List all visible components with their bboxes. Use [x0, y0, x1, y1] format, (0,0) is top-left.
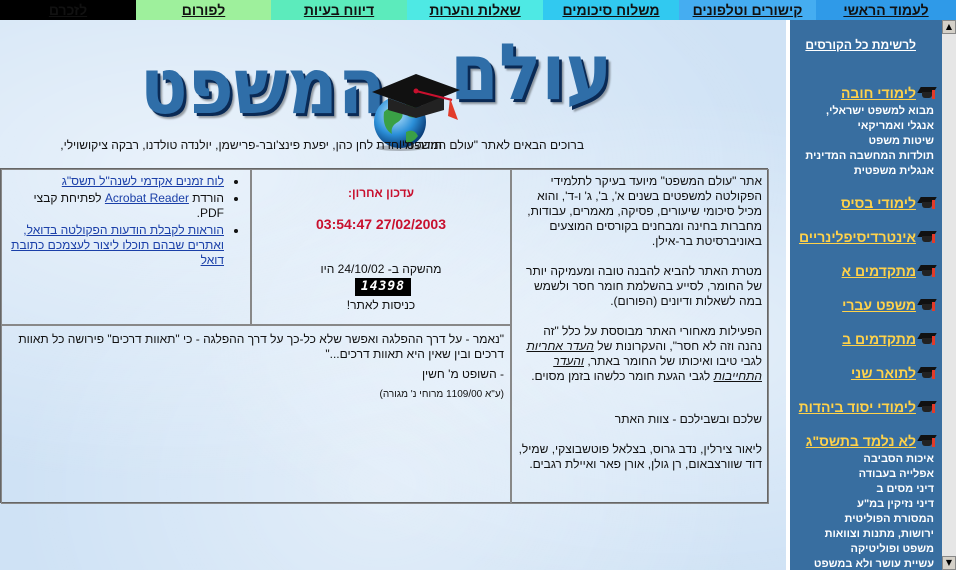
site-logo: המשפט עולם: [140, 28, 630, 151]
sidebar-subitem[interactable]: עשיית עושר ולא במשפט: [814, 557, 934, 570]
list-item: הוראות לקבלת הודעות הפקולטה בדואל, ואתרי…: [6, 223, 224, 268]
sidebar-item-label: לימודי יסוד ביהדות: [798, 399, 916, 415]
sidebar-subitem[interactable]: שיטות משפט: [869, 134, 935, 149]
disclaimer-text-2: לגבי טיבו ואיכותו של החומר באתר,: [587, 354, 762, 368]
about-disclaimer: הפעילות מאחורי האתר מבוססת על כלל "זה נה…: [518, 324, 762, 384]
sidebar-item-label: מתקדמים ב: [842, 331, 916, 347]
sidebar-subitem[interactable]: אנגלית משפטית: [854, 164, 934, 179]
sidebar-item-label: לימודי בסיס: [840, 195, 916, 211]
sidebar-subitem[interactable]: אנגלי ואמריקאי: [858, 119, 934, 134]
scroll-up-icon[interactable]: ▲: [942, 20, 956, 34]
thanks-text: תודה מיוחדת לחן כהן, יפעת פינצ'ובר-פרישמ…: [60, 138, 442, 152]
quote-text: "נאמר - על דרך ההפלגה ואפשר שלא כל-כך על…: [18, 332, 504, 361]
sidebar-scrollbar[interactable]: ▲ ▼: [942, 20, 956, 570]
sidebar-item-label: לימודי חובה: [840, 85, 916, 101]
update-cell: עדכון אחרון: 03:54:47 27/02/2003 מהשקה ב…: [251, 169, 511, 325]
team-signature: שלכם ובשבילכם - צוות האתר: [614, 412, 762, 426]
sidebar-subitem[interactable]: אפלייה בעבודה: [859, 467, 934, 482]
graduation-cap-icon: [917, 433, 937, 449]
sidebar-item-interdisciplinary[interactable]: אינטרדיסיפלינריים: [798, 226, 937, 248]
nav-in-memory[interactable]: לזכרם: [0, 0, 136, 20]
quote-cell: "נאמר - על דרך ההפלגה ואפשר שלא כל-כך על…: [1, 325, 511, 504]
sidebar-item-mandatory[interactable]: לימודי חובה: [840, 82, 937, 104]
nav-questions-comments[interactable]: שאלות והערות: [407, 0, 543, 20]
sidebar-item-advanced-a[interactable]: מתקדמים א: [841, 260, 937, 282]
welcome-row: ברוכים הבאים לאתר "עולם המשפט"! תודה מיו…: [0, 138, 782, 156]
sidebar-item-label: משפט עברי: [842, 297, 916, 313]
quote-source: (ע"א 1109/00 מרוחי נ' מגורה): [379, 389, 504, 400]
logo-word-hamishpat: המשפט: [140, 42, 387, 132]
sidebar-item-hebrew-law[interactable]: משפט עברי: [842, 294, 937, 316]
sidebar-subitem[interactable]: מבוא למשפט ישראלי,: [826, 104, 934, 119]
last-update-title: עדכון אחרון:: [348, 186, 414, 200]
graduation-cap-icon: [917, 85, 937, 101]
top-nav-bar: לזכרם לפורום דיווח בעיות שאלות והערות מש…: [0, 0, 956, 20]
graduation-cap-icon: [917, 365, 937, 381]
academic-calendar-link[interactable]: לוח זמנים אקדמי לשנה"ל תשס"ג: [62, 174, 224, 188]
logo-word-olam: עולם: [449, 28, 612, 118]
sidebar-item-advanced-b[interactable]: מתקדמים ב: [842, 328, 937, 350]
nav-report-problems[interactable]: דיווח בעיות: [271, 0, 407, 20]
graduation-cap-icon: [917, 331, 937, 347]
all-courses-link[interactable]: לרשימת כל הקורסים: [805, 38, 916, 52]
sidebar-item-label: אינטרדיסיפלינריים: [798, 229, 916, 245]
sidebar-item-label: לתואר שני: [850, 365, 916, 381]
main-table: אתר "עולם המשפט" מיועד בעיקר לתלמידי הפק…: [0, 168, 769, 504]
sidebar-item-label: מתקדמים א: [841, 263, 916, 279]
nav-links-phones[interactable]: קישורים וטלפונים: [679, 0, 816, 20]
sidebar-subitem[interactable]: דיני נזיקין במ"ע: [857, 497, 934, 512]
last-update-date: 03:54:47 27/02/2003: [316, 216, 446, 232]
graduation-cap-icon: [917, 399, 937, 415]
globe-graduation-cap-icon: [372, 74, 460, 151]
graduation-cap-icon: [917, 195, 937, 211]
nav-home[interactable]: לעמוד הראשי: [816, 0, 956, 20]
sidebar-subitem[interactable]: ירושות, מתנות וצוואות: [825, 527, 934, 542]
sidebar-item-label: לא נלמד בתשס"ג: [805, 433, 916, 449]
about-cell: אתר "עולם המשפט" מיועד בעיקר לתלמידי הפק…: [511, 169, 769, 504]
disclaimer-text-3: לגבי הגעת חומר כלשהו בזמן מסוים.: [531, 369, 711, 383]
sidebar-subitem[interactable]: תולדות המחשבה המדינית: [805, 149, 934, 164]
graduation-cap-icon: [917, 297, 937, 313]
about-paragraph: אתר "עולם המשפט" מיועד בעיקר לתלמידי הפק…: [527, 174, 762, 248]
visit-counter-label: כניסות לאתר!: [346, 298, 416, 312]
sidebar-item-basic[interactable]: לימודי בסיס: [840, 192, 937, 214]
sidebar-subitem[interactable]: איכות הסביבה: [863, 452, 934, 467]
nav-forum[interactable]: לפורום: [136, 0, 271, 20]
acrobat-reader-link[interactable]: Acrobat Reader: [105, 191, 189, 205]
graduation-cap-icon: [917, 229, 937, 245]
relaunch-text: מהשקה ב- 24/10/02 היו: [320, 262, 442, 276]
graduation-cap-icon: [917, 263, 937, 279]
visit-counter: 14398: [355, 278, 411, 296]
sidebar-subitem[interactable]: משפט ופוליטיקה: [851, 542, 934, 557]
no-liability-text: העדר אחריות: [526, 339, 594, 353]
sidebar-item-judaism[interactable]: לימודי יסוד ביהדות: [798, 396, 937, 418]
sidebar-item-masters[interactable]: לתואר שני: [850, 362, 937, 384]
sidebar-subitem[interactable]: דיני מסים ב: [876, 482, 934, 497]
download-text: הורדת: [192, 191, 224, 205]
sidebar: לרשימת כל הקורסים לימודי חובה מבוא למשפט…: [786, 20, 956, 570]
team-members: ליאור צירלין, נדב גרוס, בצלאל פוטשבוצקי,…: [518, 442, 762, 471]
sidebar-subitem[interactable]: המסורת הפוליטית: [845, 512, 934, 527]
list-item: הורדת Acrobat Reader לפתיחת קבצי PDF.: [6, 191, 225, 221]
email-instructions-link[interactable]: הוראות לקבלת הודעות הפקולטה בדואל, ואתרי…: [11, 223, 224, 267]
links-list: לוח זמנים אקדמי לשנה"ל תשס"ג הורדת Acrob…: [6, 174, 242, 268]
scroll-down-icon[interactable]: ▼: [942, 556, 956, 570]
list-item: לוח זמנים אקדמי לשנה"ל תשס"ג: [6, 174, 224, 189]
links-cell: לוח זמנים אקדמי לשנה"ל תשס"ג הורדת Acrob…: [1, 169, 251, 325]
sidebar-item-not-learned[interactable]: לא נלמד בתשס"ג: [805, 430, 937, 452]
nav-send-summaries[interactable]: משלוח סיכומים: [543, 0, 679, 20]
quote-author: - השופט מ' חשין: [421, 367, 504, 381]
about-purpose: מטרת האתר להביא להבנה טובה ומעמיקה יותר …: [526, 264, 762, 308]
